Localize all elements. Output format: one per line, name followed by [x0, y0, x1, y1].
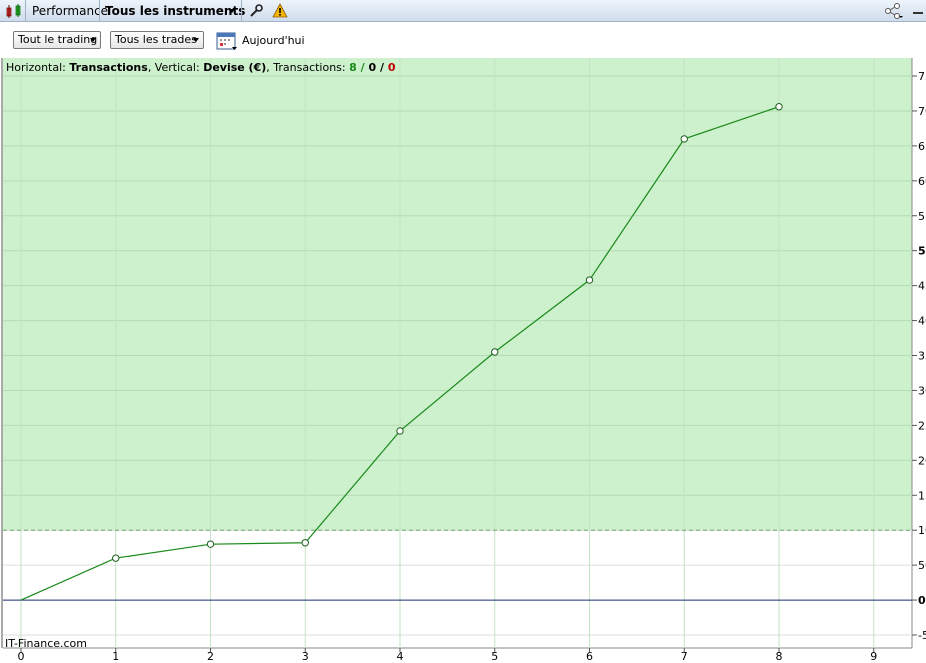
x-tick-label: 0	[18, 650, 25, 660]
data-point	[680, 135, 688, 143]
data-point	[491, 348, 499, 356]
calendar-icon[interactable]	[216, 31, 238, 51]
y-tick-label: 200	[918, 454, 926, 467]
y-tick-label: 700	[918, 105, 926, 118]
y-tick-label: 50	[918, 559, 926, 572]
y-tick-label: 550	[918, 210, 926, 223]
chart-info-line: Horizontal: Transactions, Vertical: Devi…	[6, 61, 395, 74]
y-tick-label: -50	[918, 629, 926, 642]
transactions-label: , Transactions:	[266, 61, 350, 74]
data-point	[396, 427, 404, 435]
y-tick-label: 250	[918, 419, 926, 432]
wrench-icon[interactable]	[248, 3, 264, 19]
data-point	[206, 540, 215, 548]
data-point	[585, 276, 594, 284]
data-point	[112, 554, 120, 562]
data-point	[775, 103, 783, 111]
x-tick-label: 5	[491, 650, 498, 660]
vertical-label: , Vertical:	[147, 61, 204, 74]
profit-zone	[3, 58, 912, 531]
date-label[interactable]: Aujourd'hui	[242, 34, 305, 47]
warning-icon[interactable]	[272, 3, 288, 19]
period-dropdown[interactable]: Tout le trading	[13, 31, 101, 49]
title-bar: Performance Tous les instruments	[0, 0, 926, 22]
x-tick-label: 3	[302, 650, 309, 660]
y-tick-label: 750	[918, 70, 926, 83]
y-tick-label: 300	[918, 384, 926, 397]
performance-chart: 7507006506005505004504003503002502001501…	[0, 58, 926, 663]
y-tick-label: 100	[918, 524, 926, 537]
x-tick-label: 1	[112, 650, 119, 660]
trades-dropdown[interactable]: Tous les trades	[110, 31, 204, 49]
x-tick-label: 7	[681, 650, 688, 660]
x-tick-label: 4	[397, 650, 404, 660]
y-tick-label: 500	[918, 245, 926, 258]
instrument-selector[interactable]: Tous les instruments	[105, 4, 245, 18]
separator	[241, 0, 242, 22]
tab-performance[interactable]: Performance	[32, 4, 108, 18]
chart-canvas: 7507006506005505004504003503002502001501…	[1, 58, 926, 663]
x-tick-label: 8	[776, 650, 783, 660]
y-tick-label: 600	[918, 175, 926, 188]
data-point	[301, 539, 309, 547]
y-tick-label: 400	[918, 315, 926, 328]
period-dropdown-label: Tout le trading	[18, 33, 98, 46]
chevron-down-icon[interactable]	[229, 9, 235, 13]
horizontal-label: Horizontal:	[6, 61, 70, 74]
trades-dropdown-label: Tous les trades	[115, 33, 197, 46]
y-tick-label: 150	[918, 489, 926, 502]
minimize-icon[interactable]	[913, 12, 923, 14]
chevron-down-icon	[90, 38, 96, 42]
candlestick-icon	[6, 4, 21, 18]
separator	[25, 0, 26, 22]
y-tick-label: 0	[918, 594, 926, 607]
share-icon[interactable]	[884, 3, 904, 19]
count-separator: /	[356, 61, 369, 74]
count-win: 8	[349, 61, 357, 74]
toolbar: Tout le trading Tous les trades Aujourd'…	[0, 23, 926, 58]
chevron-down-icon	[193, 38, 199, 42]
count-loss: 0	[387, 61, 396, 74]
source-label: IT-Finance.com	[5, 637, 87, 650]
x-tick-label: 2	[207, 650, 214, 660]
x-tick-label: 6	[586, 650, 593, 660]
separator	[99, 0, 100, 22]
y-tick-label: 450	[918, 280, 926, 293]
vertical-value: Devise (€)	[203, 61, 267, 74]
y-tick-label: 650	[918, 140, 926, 153]
y-tick-label: 350	[918, 350, 926, 363]
horizontal-value: Transactions	[69, 61, 148, 74]
count-neutral: 0	[368, 61, 377, 74]
count-separator: /	[376, 61, 388, 74]
x-tick-label: 9	[870, 650, 877, 660]
